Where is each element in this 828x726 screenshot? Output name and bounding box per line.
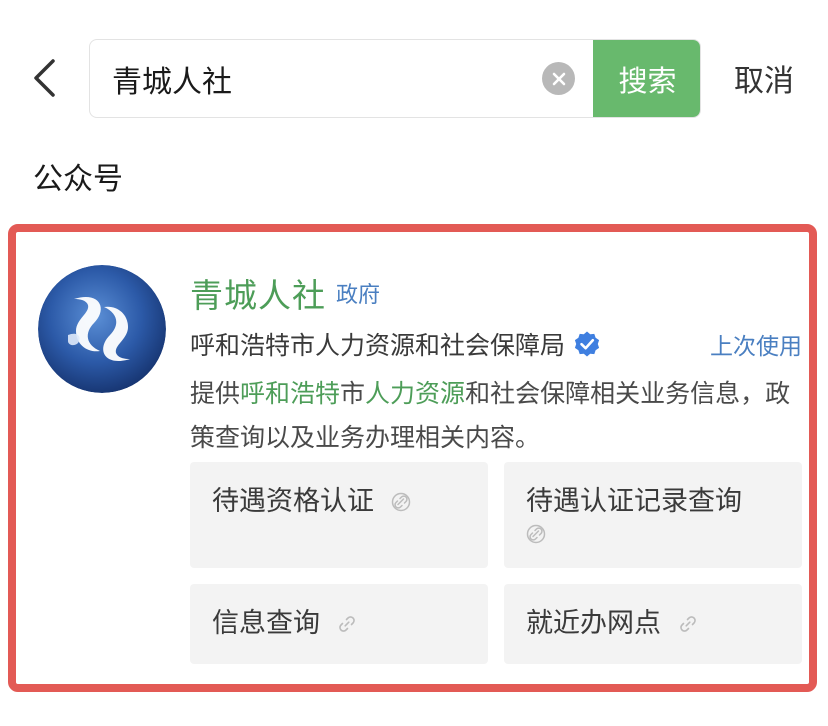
service-label: 待遇认证记录查询 bbox=[526, 486, 742, 517]
chevron-left-icon bbox=[34, 59, 55, 97]
cancel-button[interactable]: 取消 bbox=[724, 46, 804, 110]
link-icon bbox=[679, 616, 696, 632]
search-box: 搜索 bbox=[89, 39, 701, 118]
clear-icon bbox=[552, 72, 565, 85]
service-label: 就近办网点 bbox=[526, 608, 661, 639]
clear-button[interactable] bbox=[542, 62, 575, 95]
description-text: 市 bbox=[340, 379, 366, 408]
description-text: 提供 bbox=[190, 379, 241, 408]
description-highlight: 人力资源 bbox=[365, 379, 466, 408]
service-button-qualification[interactable]: 待遇资格认证 bbox=[190, 462, 488, 568]
link-icon bbox=[391, 492, 410, 512]
account-name[interactable]: 青城人社 bbox=[190, 269, 326, 317]
description-highlight: 呼和浩特 bbox=[240, 379, 341, 408]
link-icon bbox=[526, 524, 546, 544]
service-button-info-query[interactable]: 信息查询 bbox=[190, 584, 488, 664]
search-input[interactable] bbox=[112, 40, 532, 117]
recently-used-label: 上次使用 bbox=[710, 334, 802, 360]
search-button[interactable]: 搜索 bbox=[593, 40, 700, 117]
service-label: 待遇资格认证 bbox=[212, 486, 374, 517]
section-title: 公众号 bbox=[33, 162, 123, 197]
verified-badge-icon bbox=[573, 330, 601, 358]
service-label: 信息查询 bbox=[212, 608, 320, 639]
organization-name: 呼和浩特市人力资源和社会保障局 bbox=[190, 331, 566, 360]
account-description: 提供呼和浩特市人力资源和社会保障相关业务信息，政策查询以及业务办理相关内容。 bbox=[190, 372, 802, 460]
account-avatar[interactable] bbox=[38, 265, 166, 393]
search-results-page: 搜索 取消 公众号 青城人社 政府 bbox=[0, 0, 828, 726]
account-result-card[interactable]: 青城人社 政府 呼和浩特市人力资源和社会保障局 上次使用 提供呼和浩特市人力资源… bbox=[8, 224, 817, 692]
avatar-logo bbox=[38, 265, 166, 393]
link-icon bbox=[338, 616, 355, 632]
back-button[interactable] bbox=[22, 46, 66, 110]
account-name-row: 青城人社 政府 bbox=[190, 268, 380, 318]
organization-row: 呼和浩特市人力资源和社会保障局 上次使用 bbox=[190, 322, 802, 366]
government-badge: 政府 bbox=[336, 283, 381, 308]
service-button-nearby-outlets[interactable]: 就近办网点 bbox=[504, 584, 802, 664]
service-button-records[interactable]: 待遇认证记录查询 bbox=[504, 462, 802, 568]
